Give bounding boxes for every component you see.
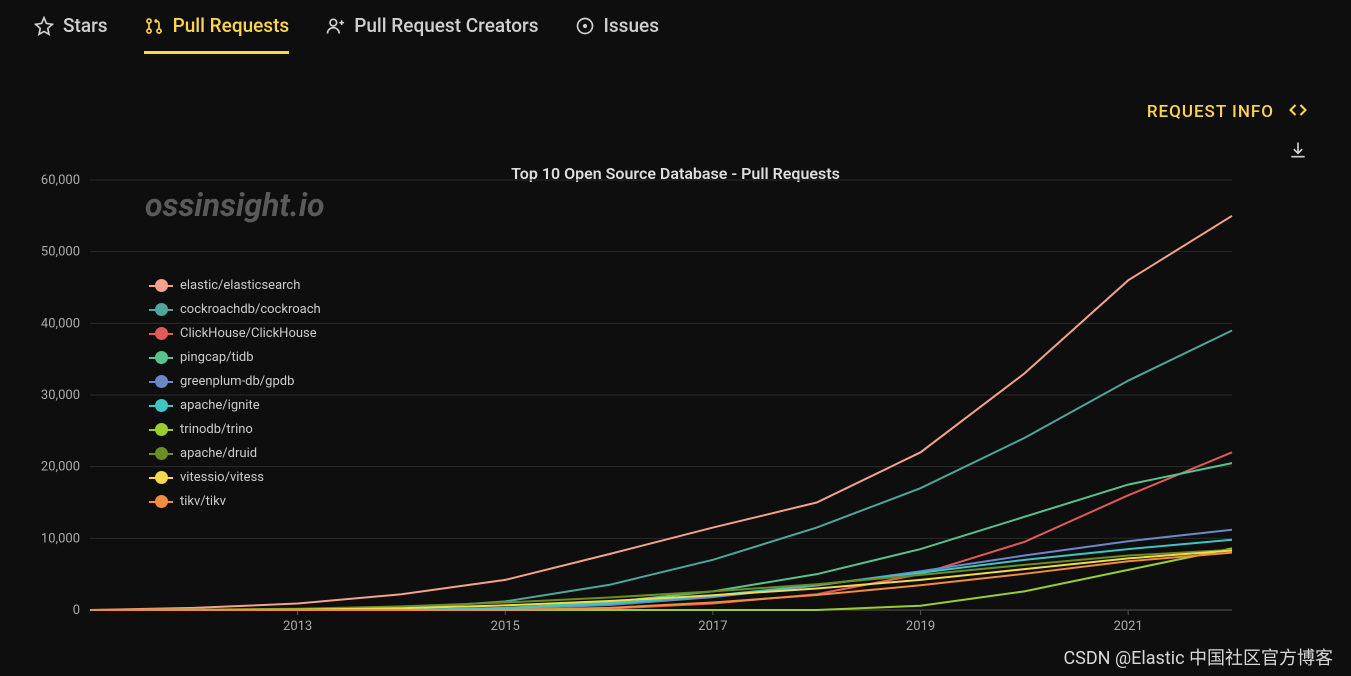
legend-item[interactable]: tikv/tikv — [152, 494, 321, 509]
legend-item[interactable]: apache/druid — [152, 446, 321, 461]
svg-text:2015: 2015 — [491, 619, 520, 634]
legend-item[interactable]: cockroachdb/cockroach — [152, 302, 321, 317]
tab-pull-request-creators[interactable]: Pull Request Creators — [325, 14, 538, 54]
legend-marker — [152, 381, 170, 383]
legend-label: apache/druid — [180, 446, 257, 461]
tab-label: Pull Request Creators — [354, 14, 538, 37]
issue-icon — [575, 16, 595, 36]
chart-controls: REQUEST INFO — [1147, 100, 1308, 124]
tab-label: Issues — [604, 14, 659, 37]
legend-item[interactable]: pingcap/tidb — [152, 350, 321, 365]
request-info-button[interactable]: REQUEST INFO — [1147, 102, 1274, 122]
code-icon[interactable] — [1288, 100, 1308, 124]
legend-label: tikv/tikv — [180, 494, 226, 509]
svg-text:30,000: 30,000 — [41, 388, 80, 403]
svg-text:2017: 2017 — [698, 619, 727, 634]
svg-text:2013: 2013 — [283, 619, 312, 634]
git-pull-request-icon — [144, 16, 164, 36]
svg-text:20,000: 20,000 — [41, 460, 80, 475]
legend-marker — [152, 453, 170, 455]
legend-marker — [152, 405, 170, 407]
legend-marker — [152, 501, 170, 503]
svg-text:0: 0 — [73, 603, 80, 618]
svg-text:2021: 2021 — [1114, 619, 1143, 634]
legend-label: greenplum-db/gpdb — [180, 374, 294, 389]
legend-label: cockroachdb/cockroach — [180, 302, 321, 317]
legend-label: vitessio/vitess — [180, 470, 264, 485]
tab-issues[interactable]: Issues — [575, 14, 659, 54]
tab-pull-requests[interactable]: Pull Requests — [144, 14, 290, 54]
legend-marker — [152, 357, 170, 359]
legend-label: elastic/elasticsearch — [180, 278, 300, 293]
tabs: Stars Pull Requests Pull Request Creator… — [0, 0, 1351, 54]
legend-marker — [152, 285, 170, 287]
svg-text:10,000: 10,000 — [41, 531, 80, 546]
svg-text:60,000: 60,000 — [41, 173, 80, 188]
legend-marker — [152, 429, 170, 431]
csdn-attribution: CSDN @Elastic 中国社区官方博客 — [1063, 644, 1333, 670]
download-icon[interactable] — [1288, 140, 1308, 164]
chart-legend: elastic/elasticsearch cockroachdb/cockroa… — [152, 278, 321, 518]
legend-marker — [152, 333, 170, 335]
legend-item[interactable]: vitessio/vitess — [152, 470, 321, 485]
legend-marker — [152, 477, 170, 479]
svg-text:40,000: 40,000 — [41, 316, 80, 331]
legend-marker — [152, 309, 170, 311]
legend-label: trinodb/trino — [180, 422, 253, 437]
person-icon — [325, 16, 345, 36]
legend-item[interactable]: greenplum-db/gpdb — [152, 374, 321, 389]
legend-item[interactable]: trinodb/trino — [152, 422, 321, 437]
tab-label: Pull Requests — [173, 14, 290, 37]
legend-item[interactable]: ClickHouse/ClickHouse — [152, 326, 321, 341]
tab-label: Stars — [63, 14, 108, 37]
legend-item[interactable]: elastic/elasticsearch — [152, 278, 321, 293]
legend-label: apache/ignite — [180, 398, 260, 413]
svg-text:2019: 2019 — [906, 619, 935, 634]
star-icon — [34, 16, 54, 36]
legend-label: pingcap/tidb — [180, 350, 254, 365]
legend-label: ClickHouse/ClickHouse — [180, 326, 317, 341]
legend-item[interactable]: apache/ignite — [152, 398, 321, 413]
tab-stars[interactable]: Stars — [34, 14, 108, 54]
svg-text:50,000: 50,000 — [41, 245, 80, 260]
